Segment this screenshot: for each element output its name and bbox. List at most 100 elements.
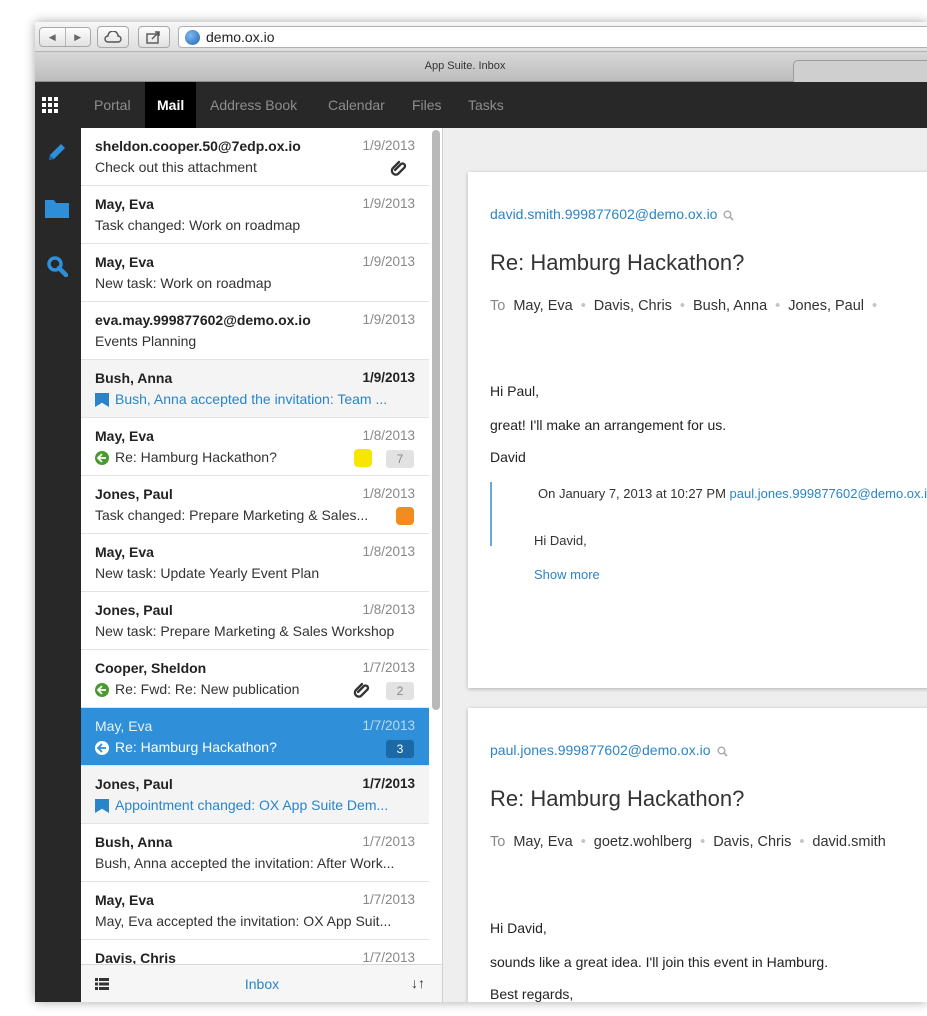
mail-subject: Task changed: Work on roadmap (95, 217, 301, 233)
folder-button[interactable] (43, 194, 71, 222)
mail-from: Bush, Anna (95, 370, 173, 386)
mail-row[interactable]: Bush, Anna 1/7/2013 Bush, Anna accepted … (81, 824, 429, 882)
mail-row[interactable]: May, Eva 1/8/2013 New task: Update Yearl… (81, 534, 429, 592)
recipient[interactable]: david.smith (812, 834, 885, 850)
mail-from: sheldon.cooper.50@7edp.ox.io (95, 138, 301, 154)
search-button[interactable] (43, 252, 71, 280)
mail-from: eva.may.999877602@demo.ox.io (95, 312, 311, 328)
browser-tab-area[interactable] (793, 60, 927, 82)
magnifier-icon[interactable] (717, 746, 728, 757)
back-button[interactable]: ◀ (40, 28, 66, 46)
body-line: David (490, 449, 526, 465)
recipient[interactable]: May, Eva (513, 298, 572, 314)
mail-from: Davis, Chris (95, 950, 176, 964)
mail-row[interactable]: May, Eva 1/8/2013 Re: Hamburg Hackathon?… (81, 418, 429, 476)
mail-subject: Bush, Anna accepted the invitation: Team… (115, 391, 388, 407)
mail-row[interactable]: sheldon.cooper.50@7edp.ox.io 1/9/2013 Ch… (81, 128, 429, 186)
body-line: Hi Paul, (490, 383, 540, 399)
mail-from: May, Eva (95, 428, 154, 444)
mail-subject: Re: Fwd: Re: New publication (115, 681, 300, 697)
replied-icon (95, 741, 109, 755)
recipient[interactable]: goetz.wohlberg (594, 834, 692, 850)
app-topbar: Portal Mail Address Book Calendar Files … (35, 82, 927, 128)
tab-mail[interactable]: Mail (145, 82, 197, 128)
mail-subject: Check out this attachment (95, 159, 257, 175)
history-buttons: ◀ ▶ (39, 27, 91, 47)
show-more-link[interactable]: Show more (534, 567, 600, 582)
mail-row[interactable]: Bush, Anna 1/9/2013 Bush, Anna accepted … (81, 360, 429, 418)
mail-list-scrollbar[interactable] (432, 130, 440, 710)
share-button[interactable] (138, 26, 170, 48)
tab-portal[interactable]: Portal (94, 98, 131, 128)
mail-subject: Events Planning (95, 333, 197, 349)
recipient[interactable]: May, Eva (513, 834, 572, 850)
flag-icon (95, 799, 109, 813)
mail-row[interactable]: May, Eva 1/9/2013 New task: Work on road… (81, 244, 429, 302)
mail-row[interactable]: Jones, Paul 1/8/2013 Task changed: Prepa… (81, 476, 429, 534)
recipient[interactable]: Bush, Anna (693, 298, 767, 314)
thread-count-badge[interactable]: 3 (386, 740, 414, 758)
mail-date: 1/7/2013 (362, 776, 415, 791)
mail-row[interactable]: Jones, Paul 1/8/2013 New task: Prepare M… (81, 592, 429, 650)
mail-list-footer: Inbox ↓↑ (81, 964, 443, 1002)
message-sender[interactable]: david.smith.999877602@demo.ox.io (490, 206, 735, 222)
mail-row-selected[interactable]: May, Eva 1/7/2013 Re: Hamburg Hackathon?… (81, 708, 429, 766)
tab-calendar[interactable]: Calendar (328, 98, 385, 128)
mail-row[interactable]: Cooper, Sheldon 1/7/2013 Re: Fwd: Re: Ne… (81, 650, 429, 708)
mail-row[interactable]: May, Eva 1/7/2013 May, Eva accepted the … (81, 882, 429, 940)
mail-date: 1/9/2013 (362, 254, 415, 269)
flag-icon (95, 393, 109, 407)
mail-subject: Re: Hamburg Hackathon? (115, 739, 277, 755)
mail-date: 1/7/2013 (362, 834, 415, 849)
thread-count-badge[interactable]: 2 (386, 682, 414, 700)
browser-toolbar: ◀ ▶ demo.ox.io (35, 22, 927, 52)
recipient[interactable]: Jones, Paul (788, 298, 864, 314)
mail-row[interactable]: Davis, Chris 1/7/2013 (81, 940, 429, 964)
tab-files[interactable]: Files (412, 98, 442, 128)
recipient[interactable]: Davis, Chris (594, 298, 672, 314)
app-launcher-icon[interactable] (42, 97, 58, 113)
attachment-icon (390, 160, 407, 176)
folder-name[interactable]: Inbox (81, 976, 443, 992)
message-sender[interactable]: paul.jones.999877602@demo.ox.io (490, 742, 728, 758)
mail-from: Cooper, Sheldon (95, 660, 207, 676)
quote-header: On January 7, 2013 at 10:27 PM paul.jone… (538, 486, 927, 501)
mail-from: May, Eva (95, 544, 154, 560)
compose-button[interactable] (43, 138, 71, 166)
mail-date: 1/9/2013 (362, 370, 415, 385)
mail-subject: May, Eva accepted the invitation: OX App… (95, 913, 392, 929)
mail-date: 1/8/2013 (362, 544, 415, 559)
sort-icon[interactable]: ↓↑ (411, 975, 425, 991)
mail-date: 1/7/2013 (362, 660, 415, 675)
tab-tasks[interactable]: Tasks (468, 98, 504, 128)
quote-sender-link[interactable]: paul.jones.999877602@demo.ox.io (730, 486, 927, 501)
message-card: paul.jones.999877602@demo.ox.io Re: Hamb… (468, 708, 927, 1002)
mail-row[interactable]: eva.may.999877602@demo.ox.io 1/9/2013 Ev… (81, 302, 429, 360)
thread-count-badge[interactable]: 7 (386, 450, 414, 468)
mail-row[interactable]: Jones, Paul 1/7/2013 Appointment changed… (81, 766, 429, 824)
to-label: To (490, 298, 506, 314)
mail-date: 1/8/2013 (362, 602, 415, 617)
message-subject: Re: Hamburg Hackathon? (490, 250, 745, 275)
mail-date: 1/7/2013 (362, 950, 415, 964)
color-flag-orange (396, 507, 414, 525)
address-bar[interactable]: demo.ox.io (178, 26, 927, 48)
mail-from: Bush, Anna (95, 834, 173, 850)
mail-from: May, Eva (95, 718, 153, 734)
url-text: demo.ox.io (206, 29, 275, 45)
mail-from: Jones, Paul (95, 776, 173, 792)
attachment-icon (353, 682, 370, 698)
magnifier-icon[interactable] (723, 210, 735, 221)
browser-window: ◀ ▶ demo.ox.io App Suite. Inbox Portal M… (35, 22, 927, 1002)
mail-date: 1/9/2013 (362, 196, 415, 211)
recipient[interactable]: Davis, Chris (713, 834, 791, 850)
recipients-line: To May, Eva • Davis, Chris • Bush, Anna • Jones… (490, 298, 878, 314)
compose-icon (49, 144, 65, 160)
forward-button[interactable]: ▶ (66, 28, 91, 46)
mail-date: 1/9/2013 (362, 312, 415, 327)
cloud-button[interactable] (97, 26, 129, 48)
mail-row[interactable]: May, Eva 1/9/2013 Task changed: Work on … (81, 186, 429, 244)
tab-address-book[interactable]: Address Book (210, 98, 297, 128)
globe-icon (185, 29, 200, 45)
mail-date: 1/7/2013 (362, 892, 415, 907)
